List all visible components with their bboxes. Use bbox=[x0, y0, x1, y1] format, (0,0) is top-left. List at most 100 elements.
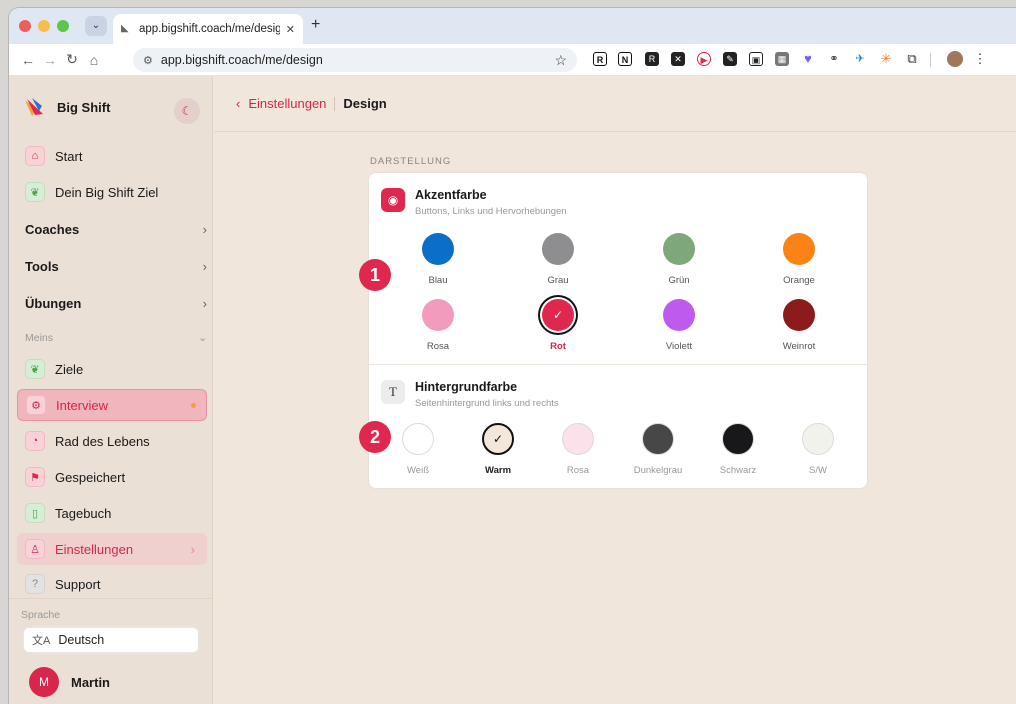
tab-title: app.bigshift.coach/me/design bbox=[139, 23, 280, 35]
profile-avatar-icon[interactable] bbox=[947, 51, 963, 67]
sidebar-item-label: Gespeichert bbox=[55, 469, 126, 485]
background-header: T Hintergrundfarbe Seitenhintergrund lin… bbox=[381, 380, 559, 409]
background-swatch-rosa[interactable]: Rosa bbox=[538, 423, 618, 476]
x-extension-icon[interactable]: ✕ bbox=[671, 52, 685, 66]
grid-extension-icon[interactable]: ▦ bbox=[775, 52, 789, 66]
gear-icon: ⚙ bbox=[26, 395, 46, 415]
check-icon: ✓ bbox=[552, 308, 564, 322]
chevron-right-icon: › bbox=[202, 259, 207, 274]
notion-extension-icon[interactable]: N bbox=[618, 52, 632, 66]
tab-search-button[interactable]: ⌄ bbox=[85, 16, 107, 36]
background-swatch-dunkelgrau[interactable]: Dunkelgrau bbox=[618, 423, 698, 476]
leaf-icon: ❦ bbox=[25, 359, 45, 379]
background-swatch-warm[interactable]: ✓ Warm bbox=[458, 423, 538, 476]
sidebar-item-start[interactable]: ⌂ Start bbox=[17, 140, 207, 172]
accent-swatch-grau[interactable]: Grau bbox=[518, 233, 598, 286]
reload-icon[interactable]: ↻ bbox=[61, 51, 83, 68]
edit-extension-icon[interactable]: ✎ bbox=[723, 52, 737, 66]
swatch-label: Dunkelgrau bbox=[633, 465, 683, 476]
sidebar-item-support[interactable]: ? Support bbox=[17, 568, 207, 600]
accent-swatch-blau[interactable]: Blau bbox=[398, 233, 478, 286]
accent-swatch-grün[interactable]: Grün bbox=[639, 233, 719, 286]
swatch-label: Grün bbox=[668, 275, 690, 286]
sidebar-item-saved[interactable]: ⚑ Gespeichert bbox=[17, 461, 207, 493]
translate-icon: 文A bbox=[32, 635, 51, 647]
color-circle bbox=[663, 299, 695, 331]
home-icon[interactable]: ⌂ bbox=[83, 52, 105, 68]
color-circle bbox=[663, 233, 695, 265]
swatch-label: Rosa bbox=[566, 465, 590, 476]
address-bar[interactable]: ⚙ app.bigshift.coach/me/design ☆ bbox=[133, 48, 577, 72]
reader-extension-icon[interactable]: R bbox=[645, 52, 659, 66]
swatch-label: S/W bbox=[809, 465, 827, 476]
accent-swatch-violett[interactable]: Violett bbox=[639, 299, 719, 352]
user-icon: ♙ bbox=[25, 539, 45, 559]
sidebar-item-interview[interactable]: ⚙ Interview bbox=[17, 389, 207, 421]
section-label: DARSTELLUNG bbox=[370, 156, 452, 167]
bird-extension-icon[interactable]: ✈ bbox=[853, 52, 867, 66]
sidebar-footer: Sprache 文A Deutsch M Martin bbox=[9, 598, 212, 704]
claude-extension-icon[interactable]: ✳ bbox=[879, 52, 893, 66]
user-name: Martin bbox=[71, 674, 110, 690]
menu-kebab-icon[interactable]: ⋮ bbox=[973, 52, 987, 66]
sidebar-section-tools[interactable]: Tools › bbox=[25, 259, 207, 274]
close-tab-icon[interactable]: ✕ bbox=[286, 23, 295, 36]
back-label: Einstellungen bbox=[248, 96, 327, 111]
sidebar-item-journal[interactable]: ▯ Tagebuch bbox=[17, 497, 207, 529]
dark-mode-toggle[interactable]: ☾ bbox=[174, 98, 200, 124]
sidebar-section-exercises[interactable]: Übungen › bbox=[25, 296, 207, 311]
close-window-button[interactable] bbox=[19, 20, 31, 32]
play-extension-icon[interactable]: ▶ bbox=[697, 52, 711, 66]
tab-bar: ⌄ ◣ app.bigshift.coach/me/design ✕ + bbox=[9, 8, 1016, 44]
color-circle: ✓ bbox=[542, 299, 574, 331]
sidebar-item-label: Tagebuch bbox=[55, 505, 112, 521]
text-format-icon: T bbox=[381, 380, 405, 404]
swatch-label: Blau bbox=[428, 275, 448, 286]
browser-tab[interactable]: ◣ app.bigshift.coach/me/design ✕ bbox=[113, 14, 303, 44]
accent-swatch-weinrot[interactable]: Weinrot bbox=[759, 299, 839, 352]
toolbar-divider bbox=[930, 53, 931, 67]
brand[interactable]: Big Shift bbox=[23, 96, 110, 118]
background-swatch-schwarz[interactable]: Schwarz bbox=[698, 423, 778, 476]
sidebar-item-ziele[interactable]: ❦ Ziele bbox=[17, 353, 207, 385]
color-circle bbox=[783, 299, 815, 331]
home-icon: ⌂ bbox=[25, 146, 45, 166]
leaf-icon: ❦ bbox=[25, 182, 45, 202]
sidebar-item-label: Support bbox=[55, 576, 101, 592]
user-profile[interactable]: M Martin bbox=[29, 667, 110, 697]
background-swatch-sw[interactable]: S/W bbox=[778, 423, 858, 476]
readwise-extension-icon[interactable]: R bbox=[593, 52, 607, 66]
accent-header: ◉ Akzentfarbe Buttons, Links und Hervorh… bbox=[381, 188, 567, 217]
color-circle bbox=[422, 299, 454, 331]
puzzle-extension-icon[interactable]: ⧉ bbox=[905, 52, 919, 66]
back-link[interactable]: ‹ Einstellungen bbox=[236, 96, 326, 111]
sidebar-item-wheel-of-life[interactable]: ◔ Rad des Lebens bbox=[17, 425, 207, 457]
link-extension-icon[interactable]: ⚭ bbox=[827, 52, 841, 66]
sidebar-item-label: Interview bbox=[56, 397, 109, 413]
heart-extension-icon[interactable]: ♥ bbox=[801, 52, 815, 66]
box-extension-icon[interactable]: ▣ bbox=[749, 52, 763, 66]
accent-swatch-rot[interactable]: ✓ Rot bbox=[518, 299, 598, 352]
accent-swatch-rosa[interactable]: Rosa bbox=[398, 299, 478, 352]
accent-title: Akzentfarbe bbox=[415, 188, 487, 202]
sidebar-group-meins[interactable]: Meins ⌄ bbox=[25, 332, 207, 344]
bookmark-star-icon[interactable]: ☆ bbox=[554, 52, 567, 69]
sidebar-section-coaches[interactable]: Coaches › bbox=[25, 222, 207, 237]
help-icon: ? bbox=[25, 574, 45, 594]
accent-swatch-orange[interactable]: Orange bbox=[759, 233, 839, 286]
swatch-label: Weinrot bbox=[782, 341, 816, 352]
new-tab-button[interactable]: + bbox=[311, 16, 320, 34]
minimize-window-button[interactable] bbox=[38, 20, 50, 32]
color-circle bbox=[402, 423, 434, 455]
language-selector[interactable]: 文A Deutsch bbox=[23, 627, 199, 653]
forward-icon[interactable]: → bbox=[39, 52, 61, 68]
card-divider bbox=[369, 364, 867, 365]
site-settings-icon[interactable]: ⚙ bbox=[143, 54, 153, 67]
sidebar-item-goal[interactable]: ❦ Dein Big Shift Ziel bbox=[17, 176, 207, 208]
moon-icon: ☾ bbox=[181, 104, 193, 118]
swatch-label: Warm bbox=[484, 465, 512, 476]
sidebar-item-settings[interactable]: ♙ Einstellungen › bbox=[17, 533, 207, 565]
back-icon[interactable]: ← bbox=[17, 52, 39, 68]
chevron-right-icon: › bbox=[190, 541, 195, 557]
maximize-window-button[interactable] bbox=[57, 20, 69, 32]
